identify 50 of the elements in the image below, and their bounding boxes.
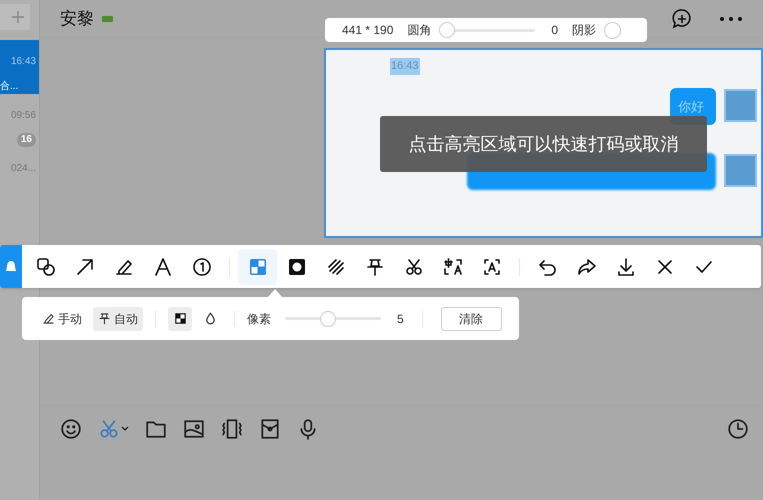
item-time: 16:43 xyxy=(10,55,36,69)
shadow-toggle[interactable] xyxy=(604,22,622,38)
size-label: 像素 xyxy=(247,310,271,328)
vibrate-icon[interactable] xyxy=(221,418,243,440)
arrow-icon xyxy=(74,256,94,276)
mode-button[interactable]: 自动 xyxy=(93,306,143,330)
envelope-icon[interactable] xyxy=(259,418,281,440)
size-value: 5 xyxy=(397,310,404,328)
pen-icon xyxy=(42,312,55,325)
scissors-icon xyxy=(404,256,424,276)
timestamp: 16:43 xyxy=(390,58,420,74)
image-icon[interactable] xyxy=(183,418,205,440)
shadow-label: 阴影 xyxy=(572,22,596,39)
clear-button[interactable]: 清除 xyxy=(440,306,502,330)
mode-button[interactable]: 手动 xyxy=(37,306,87,330)
add-chat-icon[interactable] xyxy=(671,8,693,30)
number-icon xyxy=(192,256,212,276)
pixel-size-slider[interactable] xyxy=(285,310,381,326)
checker-icon xyxy=(172,311,188,326)
item-preview: 合... xyxy=(0,80,18,94)
download-icon xyxy=(616,256,636,276)
pin-icon xyxy=(364,256,384,276)
size-readout: 441 * 190 xyxy=(342,22,394,39)
text-icon xyxy=(152,256,172,276)
unread-badge: 16 xyxy=(16,133,36,147)
hatch-icon xyxy=(326,256,346,276)
mosaic-icon xyxy=(248,256,268,276)
caret-icon[interactable] xyxy=(121,426,129,432)
translate-icon xyxy=(442,256,462,276)
status-badge-icon xyxy=(102,16,113,22)
spotlight-icon xyxy=(286,256,306,276)
item-time: 09:56 xyxy=(10,109,36,123)
item-time: 024... xyxy=(10,162,36,176)
clock-icon[interactable] xyxy=(727,418,749,440)
style-button[interactable] xyxy=(168,306,192,330)
text-scan-icon xyxy=(482,256,502,276)
hint-tooltip: 点击高亮区域可以快速打码或取消 xyxy=(380,116,707,172)
shapes-icon xyxy=(36,256,56,276)
chat-title: 安黎 xyxy=(60,8,94,30)
redo-icon xyxy=(576,256,596,276)
radius-slider[interactable] xyxy=(439,22,536,38)
mosaic-avatar-icon xyxy=(724,154,757,187)
mosaic-avatar-icon xyxy=(724,89,757,122)
smiley-icon[interactable] xyxy=(60,418,82,440)
radius-value: 0 xyxy=(551,22,558,39)
more-icon[interactable] xyxy=(719,16,743,22)
chat-list-item[interactable]: 16:43 合... xyxy=(0,40,39,94)
plus-icon xyxy=(12,11,24,23)
pin-icon xyxy=(98,312,111,325)
radius-label: 圆角 xyxy=(407,22,432,39)
